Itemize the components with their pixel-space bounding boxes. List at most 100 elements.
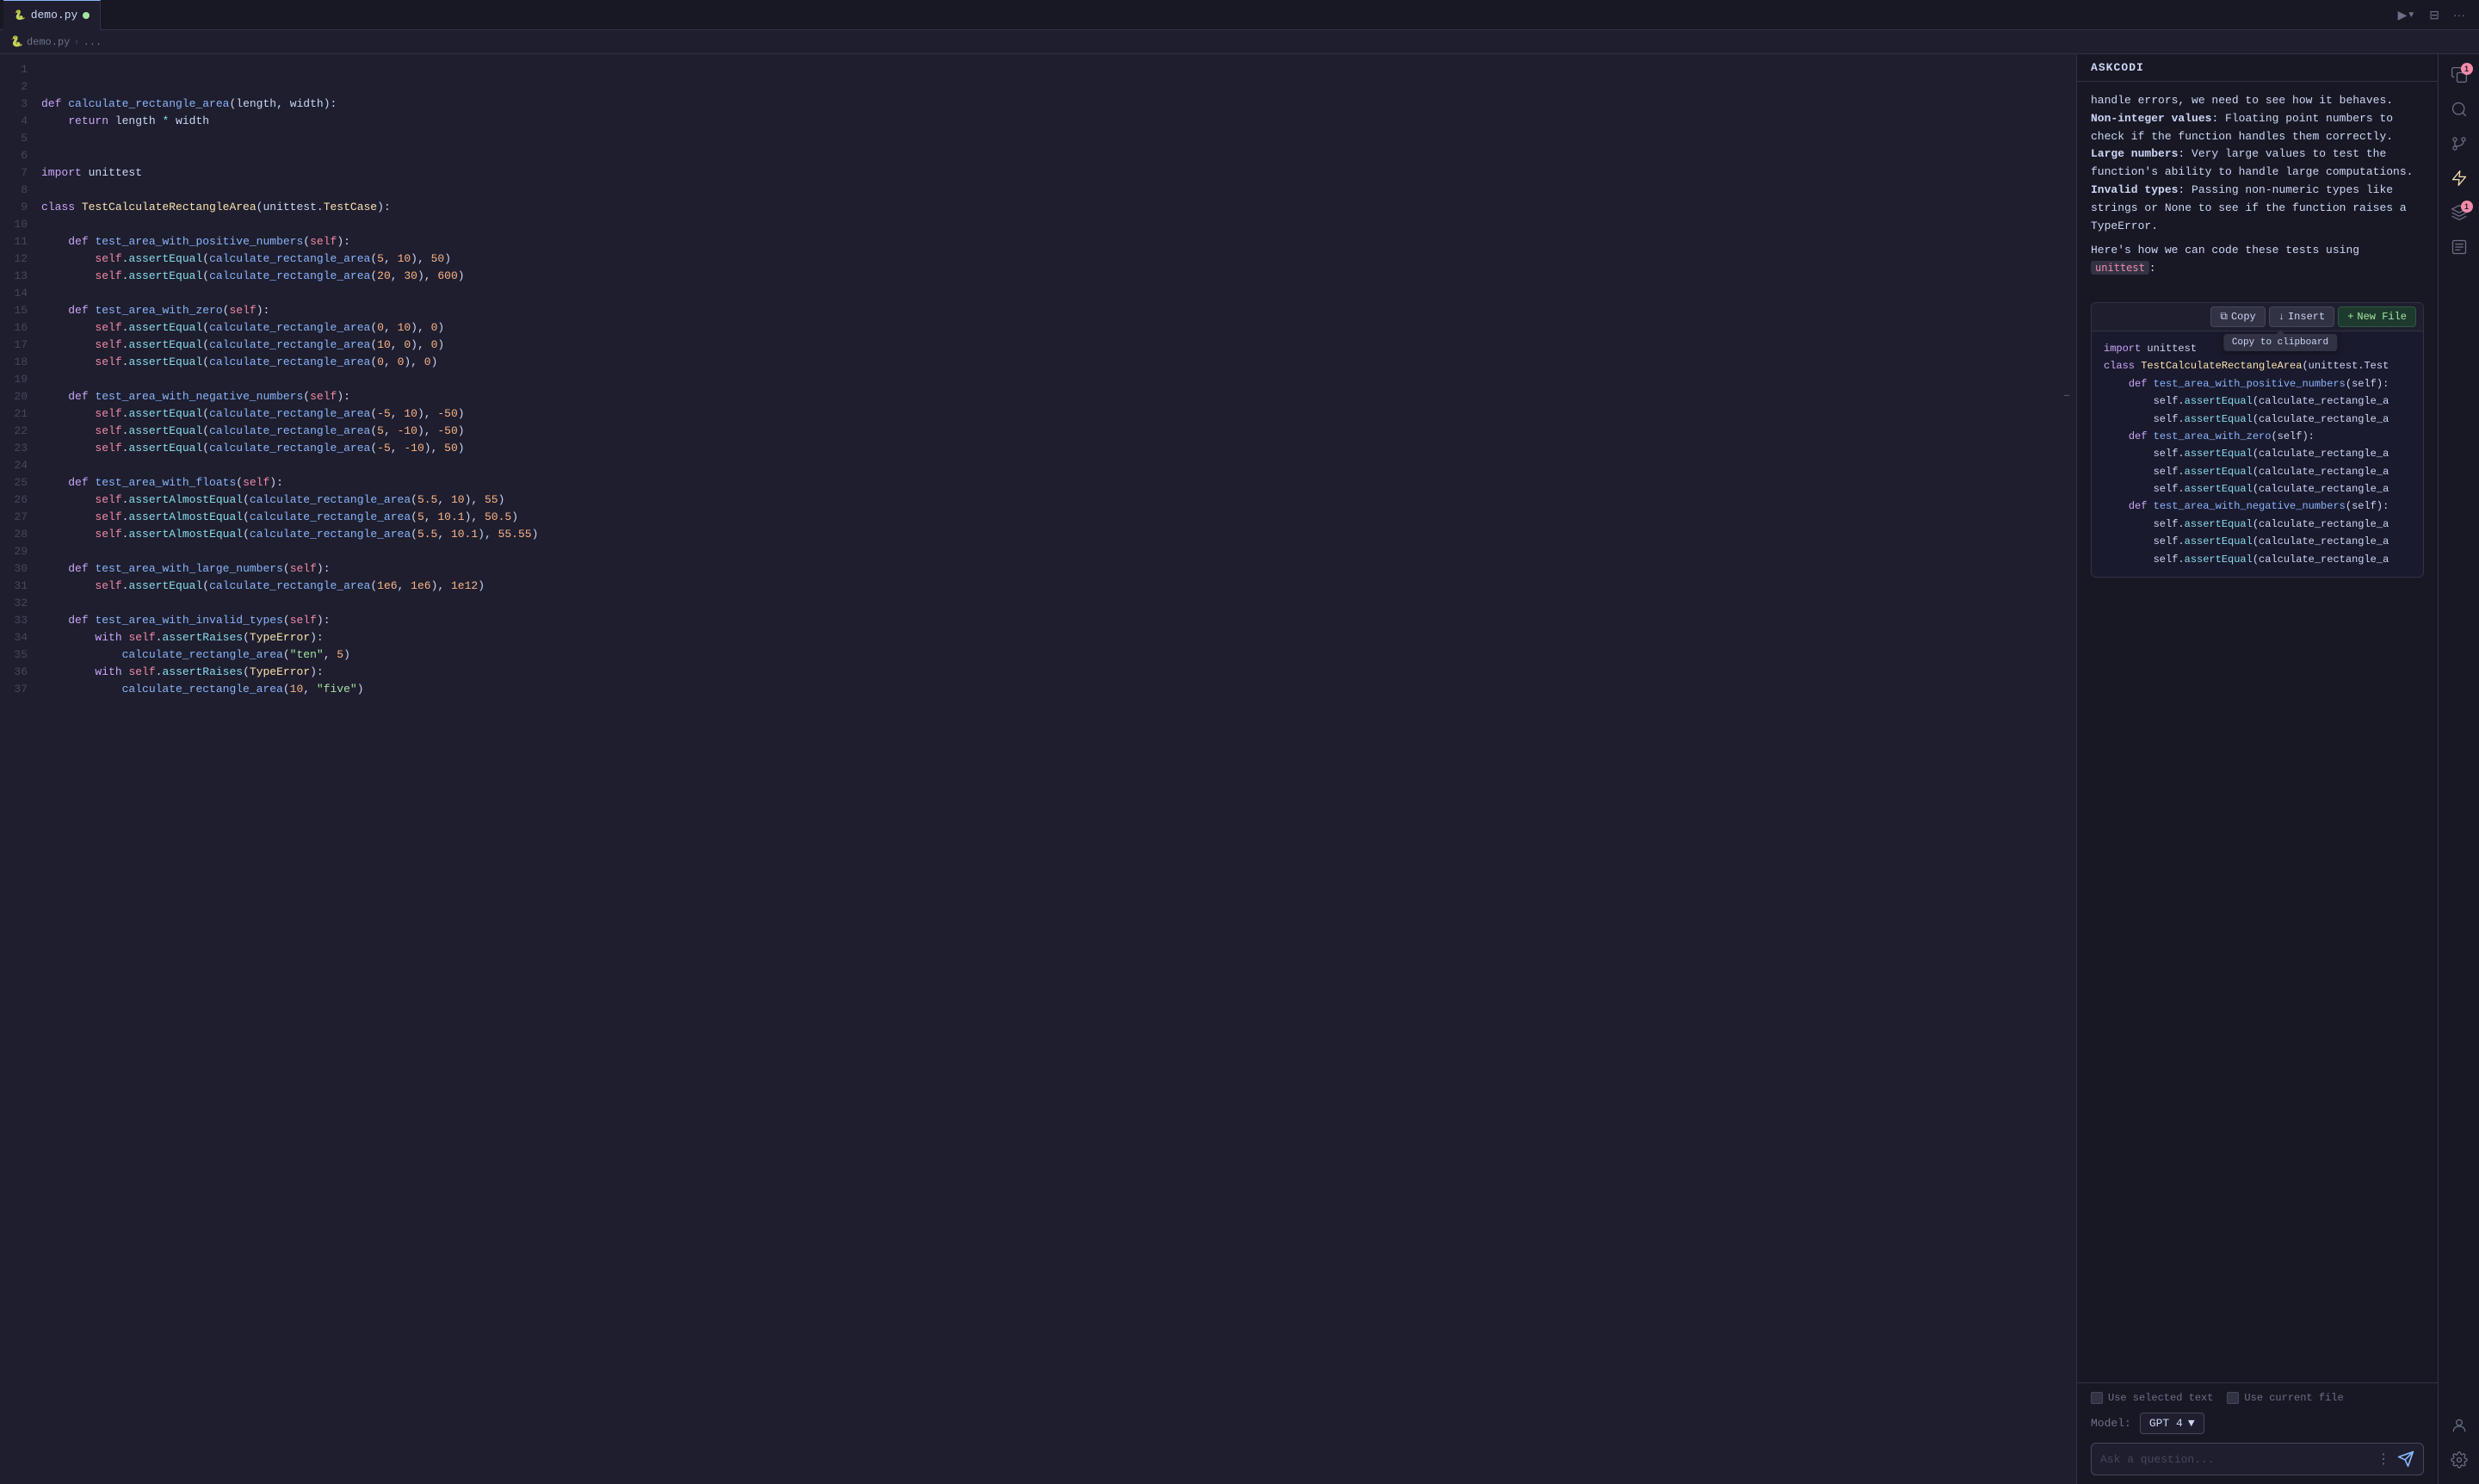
chevron-down-icon: ▼ — [2188, 1417, 2195, 1430]
code-line: 25 def test_area_with_floats(self): — [0, 474, 2076, 492]
code-preview-line: self.assertEqual(calculate_rectangle_a — [2104, 393, 2411, 410]
code-block-toolbar: ⧉ Copy Copy to clipboard ↓ Insert + New … — [2092, 303, 2423, 331]
notes-activity-button[interactable] — [2444, 233, 2475, 264]
code-line: 37 calculate_rectangle_area(10, "five") — [0, 681, 2076, 698]
code-line: 14 — [0, 285, 2076, 302]
code-line: 22 self.assertEqual(calculate_rectangle_… — [0, 423, 2076, 440]
code-line: 18 self.assertEqual(calculate_rectangle_… — [0, 354, 2076, 371]
code-line: 23 self.assertEqual(calculate_rectangle_… — [0, 440, 2076, 457]
breadcrumb-filename[interactable]: demo.py — [27, 36, 70, 48]
send-button[interactable] — [2397, 1450, 2414, 1468]
ai-activity-button[interactable] — [2444, 164, 2475, 195]
insert-icon: ↓ — [2278, 311, 2284, 323]
demo-py-tab[interactable]: 🐍 demo.py — [3, 0, 101, 30]
code-line: 27 self.assertAlmostEqual(calculate_rect… — [0, 509, 2076, 526]
code-preview-line: self.assertEqual(calculate_rectangle_a — [2104, 516, 2411, 533]
breadcrumb-separator: › — [73, 36, 79, 48]
layers-activity-button[interactable]: 1 — [2444, 199, 2475, 230]
more-icon: ··· — [2453, 8, 2465, 22]
split-icon: ⊟ — [2429, 8, 2439, 22]
branch-activity-icon — [2451, 135, 2468, 157]
ask-question-input[interactable] — [2100, 1453, 2370, 1466]
ai-activity-icon — [2451, 170, 2468, 191]
tab-bar: 🐍 demo.py ▶ ▼ ⊟ ··· — [0, 0, 2479, 30]
search-activity-button[interactable] — [2444, 96, 2475, 127]
tab-actions: ▶ ▼ ⊟ ··· — [2395, 4, 2479, 26]
search-activity-icon — [2451, 101, 2468, 122]
panel-content[interactable]: handle errors, we need to see how it beh… — [2077, 82, 2438, 1382]
code-line: 19 — [0, 371, 2076, 388]
activity-bar: 1 — [2438, 54, 2479, 1484]
run-dropdown-icon: ▼ — [2407, 10, 2415, 20]
collapse-icon[interactable]: — — [2064, 388, 2069, 405]
code-line: 2 — [0, 78, 2076, 96]
code-line: 35 calculate_rectangle_area("ten", 5) — [0, 646, 2076, 664]
code-block-container: ⧉ Copy Copy to clipboard ↓ Insert + New … — [2091, 302, 2424, 578]
code-line: 28 self.assertAlmostEqual(calculate_rect… — [0, 526, 2076, 543]
breadcrumb-more[interactable]: ... — [83, 36, 102, 48]
editor-area[interactable]: 1 2 3 def calculate_rectangle_area(lengt… — [0, 54, 2076, 1484]
code-line: 36 with self.assertRaises(TypeError): — [0, 664, 2076, 681]
code-line: 5 — [0, 130, 2076, 147]
code-line: 4 return length * width — [0, 113, 2076, 130]
split-editor-button[interactable]: ⊟ — [2426, 4, 2443, 26]
model-label: Model: — [2091, 1417, 2131, 1430]
code-block-body[interactable]: import unittest class TestCalculateRecta… — [2092, 331, 2423, 577]
code-line: 24 — [0, 457, 2076, 474]
code-preview-line: def test_area_with_positive_numbers(self… — [2104, 375, 2411, 393]
chat-paragraph-2: Here's how we can code these tests using… — [2091, 242, 2424, 278]
chat-text-area: handle errors, we need to see how it beh… — [2077, 82, 2438, 295]
code-line: 15 def test_area_with_zero(self): — [0, 302, 2076, 319]
code-line: 11 def test_area_with_positive_numbers(s… — [0, 233, 2076, 250]
new-file-button[interactable]: + New File — [2338, 306, 2416, 327]
use-selected-text-checkbox[interactable]: Use selected text — [2091, 1392, 2213, 1404]
insert-button[interactable]: ↓ Insert — [2269, 306, 2334, 327]
more-options-button[interactable]: ··· — [2450, 4, 2469, 25]
badge-1: 1 — [2461, 63, 2473, 75]
panel-header: ASKCODI — [2077, 54, 2438, 82]
code-preview-line: self.assertEqual(calculate_rectangle_a — [2104, 533, 2411, 550]
code-line: 32 — [0, 595, 2076, 612]
ask-input-row: ⋮ — [2091, 1443, 2424, 1475]
checkbox-box[interactable] — [2227, 1392, 2239, 1404]
code-line: 34 with self.assertRaises(TypeError): — [0, 629, 2076, 646]
code-line: 9 class TestCalculateRectangleArea(unitt… — [0, 199, 2076, 216]
run-button[interactable]: ▶ ▼ — [2395, 4, 2420, 26]
use-current-file-checkbox[interactable]: Use current file — [2227, 1392, 2343, 1404]
copy-button[interactable]: ⧉ Copy — [2210, 306, 2265, 327]
code-line: 20 def test_area_with_negative_numbers(s… — [0, 388, 2076, 405]
copy-tooltip: Copy to clipboard — [2223, 334, 2337, 351]
more-options-ask-button[interactable]: ⋮ — [2377, 1450, 2390, 1468]
code-preview-line: class TestCalculateRectangleArea(unittes… — [2104, 357, 2411, 374]
user-activity-button[interactable] — [2444, 1412, 2475, 1443]
code-line: 12 self.assertEqual(calculate_rectangle_… — [0, 250, 2076, 268]
code-line: 3 def calculate_rectangle_area(length, w… — [0, 96, 2076, 113]
checkbox-row: Use selected text Use current file — [2091, 1392, 2424, 1404]
copy-activity-button[interactable]: 1 — [2444, 61, 2475, 92]
code-line: 7 import unittest — [0, 164, 2076, 182]
code-preview-line: def test_area_with_negative_numbers(self… — [2104, 498, 2411, 515]
tab-label: demo.py — [31, 9, 78, 22]
code-line: 29 — [0, 543, 2076, 560]
code-line: 8 — [0, 182, 2076, 199]
run-icon: ▶ — [2398, 8, 2408, 22]
code-line: 13 self.assertEqual(calculate_rectangle_… — [0, 268, 2076, 285]
badge-layers: 1 — [2461, 201, 2473, 213]
code-line: 6 — [0, 147, 2076, 164]
branch-activity-button[interactable] — [2444, 130, 2475, 161]
code-line: 16 self.assertEqual(calculate_rectangle_… — [0, 319, 2076, 337]
model-select[interactable]: GPT 4 ▼ — [2140, 1413, 2204, 1434]
model-row: Model: GPT 4 ▼ — [2091, 1413, 2424, 1434]
checkbox-box[interactable] — [2091, 1392, 2103, 1404]
code-preview-line: self.assertEqual(calculate_rectangle_a — [2104, 411, 2411, 428]
notes-activity-icon — [2451, 238, 2468, 260]
code-preview-line: self.assertEqual(calculate_rectangle_a — [2104, 463, 2411, 480]
send-icon — [2397, 1450, 2414, 1468]
code-preview-line: def test_area_with_zero(self): — [2104, 428, 2411, 445]
ask-icons: ⋮ — [2377, 1450, 2414, 1468]
code-preview-line: self.assertEqual(calculate_rectangle_a — [2104, 551, 2411, 568]
ellipsis-icon: ⋮ — [2377, 1450, 2390, 1468]
file-icon: 🐍 — [10, 35, 23, 48]
settings-activity-icon — [2451, 1451, 2468, 1473]
settings-activity-button[interactable] — [2444, 1446, 2475, 1477]
